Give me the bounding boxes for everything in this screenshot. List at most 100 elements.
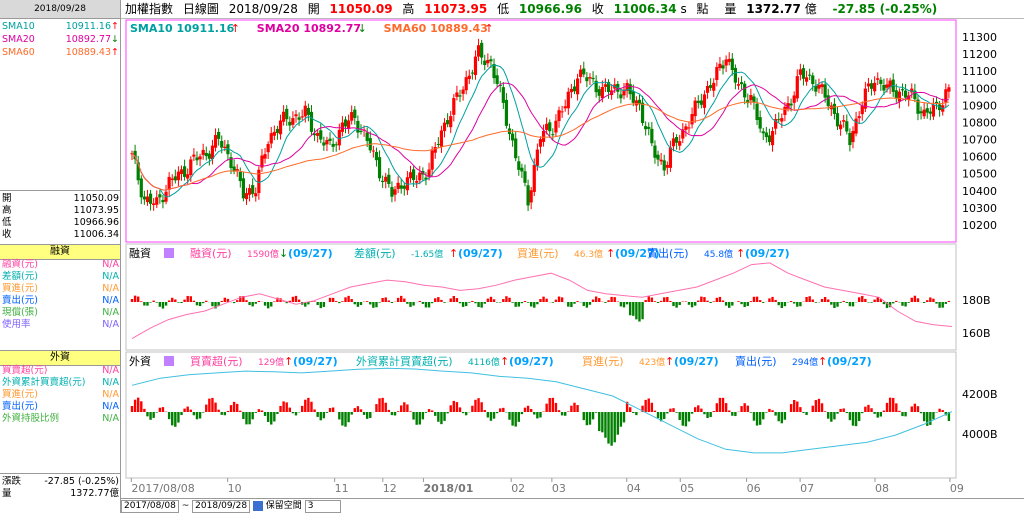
foreign-axis-tick: 4000B <box>962 428 998 441</box>
foreign-row-label: 買賣超(元) <box>2 365 47 377</box>
margin-bar <box>149 302 151 303</box>
margin-bar <box>719 297 721 302</box>
candle-body <box>161 200 164 202</box>
foreign-row-value: N/A <box>102 365 119 377</box>
candle-body <box>455 92 458 96</box>
candle-body <box>573 86 576 91</box>
candle-body <box>267 144 270 152</box>
margin-bar <box>406 302 408 304</box>
margin-bar <box>508 298 510 302</box>
margin-bar <box>762 302 764 303</box>
sma10-value: 10911.16 <box>66 21 111 32</box>
range-from[interactable]: 2017/08/08 <box>121 500 179 513</box>
foreign-bar <box>425 412 427 413</box>
candle-body <box>545 124 548 130</box>
foreign-row: 外資持股比例N/A <box>2 413 119 425</box>
calendar-icon[interactable] <box>253 501 263 511</box>
foreign-bar <box>632 412 634 413</box>
candle-body <box>591 78 594 79</box>
foreign-bar <box>799 407 801 412</box>
margin-legend-arrow: ↑ <box>606 247 615 260</box>
candle-body <box>793 95 796 102</box>
foreign-bar <box>363 412 365 415</box>
margin-bar <box>422 302 424 304</box>
margin-bar <box>221 301 223 302</box>
candle-body <box>202 150 205 155</box>
foreign-bar <box>573 403 575 412</box>
foreign-bar <box>858 412 860 421</box>
margin-bar <box>644 300 646 302</box>
price-axis-tick: 10200 <box>962 219 997 232</box>
foreign-bar <box>270 412 272 425</box>
candle-body <box>666 165 669 168</box>
margin-bar <box>496 302 498 303</box>
margin-bar <box>366 301 368 302</box>
candle-body <box>700 101 703 105</box>
margin-bar <box>808 296 810 302</box>
foreign-bar <box>431 410 433 412</box>
candle-body <box>195 157 198 160</box>
margin-row: 融資(元)N/A <box>2 259 119 271</box>
panel-divider <box>0 190 120 191</box>
candle-body <box>604 84 607 87</box>
foreign-bar <box>942 410 944 412</box>
margin-bar <box>183 300 185 302</box>
keep-space-input[interactable]: 3 <box>305 500 341 513</box>
margin-bar <box>870 302 872 303</box>
margin-bar <box>935 302 937 304</box>
candle-body <box>514 138 517 158</box>
foreign-bar <box>276 412 278 414</box>
foreign-legend-name: 買進(元) <box>582 355 624 368</box>
margin-bar <box>320 302 322 308</box>
margin-row-label: 融資(元) <box>2 259 38 271</box>
foreign-bar <box>524 408 526 412</box>
candle-body <box>814 86 817 92</box>
close-value: 11006.34 <box>74 229 119 241</box>
foreign-bar <box>437 412 439 422</box>
sma10-value-wrap: 10911.16↑ <box>66 21 119 33</box>
foreign-legend-name: 買賣超(元) <box>190 354 243 368</box>
candle-body <box>796 76 799 98</box>
candle-body <box>483 61 486 65</box>
foreign-bar <box>301 406 303 412</box>
sma20-label: SMA20 <box>2 34 35 46</box>
index-name: 加權指數 <box>125 2 173 16</box>
foreign-bar <box>911 406 913 412</box>
foreign-bar <box>685 412 687 426</box>
margin-bar <box>709 302 711 303</box>
margin-bar <box>267 302 269 308</box>
foreign-bar <box>251 412 253 419</box>
foreign-bar <box>731 412 733 416</box>
foreign-bar <box>713 411 715 412</box>
margin-bar <box>412 302 414 306</box>
candle-body <box>458 95 461 96</box>
hdr-low: 10966.96 <box>519 2 582 16</box>
foreign-bar <box>338 412 340 419</box>
margin-bar <box>134 296 136 302</box>
range-to[interactable]: 2018/09/28 <box>192 500 250 513</box>
candle-body <box>183 166 186 177</box>
candle-body <box>663 160 666 170</box>
foreign-bar <box>350 412 352 415</box>
candle-body <box>168 177 171 190</box>
candle-body <box>734 68 737 83</box>
foreign-bar <box>446 412 448 413</box>
foreign-row-value: N/A <box>102 413 119 425</box>
foreign-bar <box>459 407 461 412</box>
margin-bar <box>258 301 260 302</box>
candle-body <box>492 64 495 78</box>
candle-body <box>440 130 443 146</box>
candle-body <box>276 129 279 133</box>
candle-body <box>644 126 647 129</box>
margin-bar <box>784 302 786 306</box>
foreign-bar <box>703 412 705 414</box>
candle-body <box>799 69 802 74</box>
margin-bar <box>589 302 591 305</box>
foreign-bar <box>932 412 934 419</box>
candle-body <box>214 135 217 148</box>
margin-bar <box>527 302 529 303</box>
hdr-change: -27.85 (-0.25%) <box>833 2 938 16</box>
margin-bar <box>434 298 436 302</box>
foreign-bar <box>233 402 235 412</box>
foreign-bar <box>842 408 844 412</box>
